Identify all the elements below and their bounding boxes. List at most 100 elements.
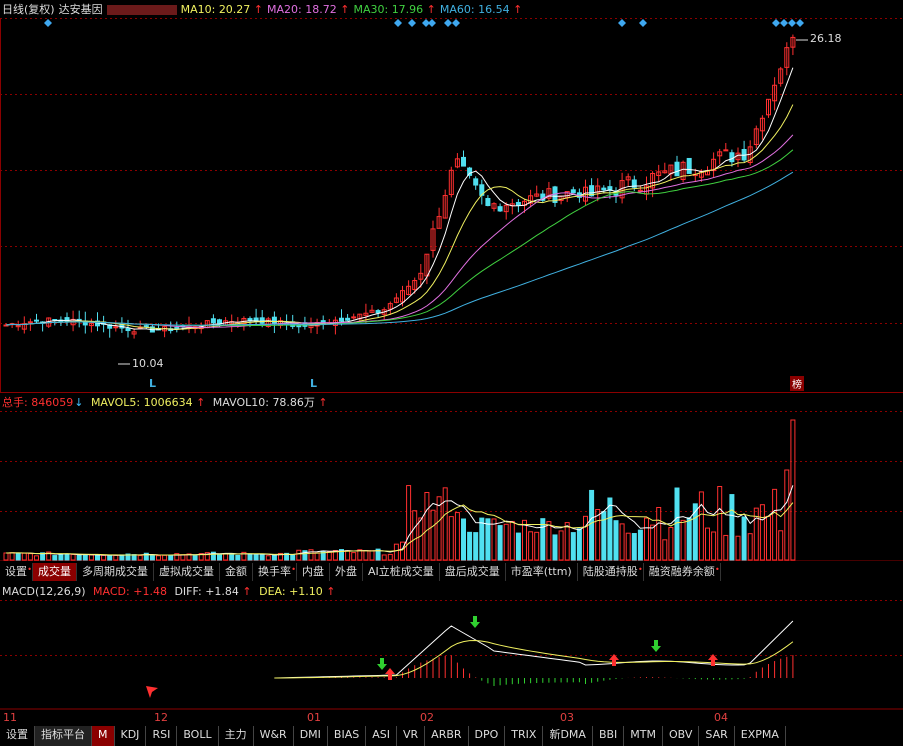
diamond-marker bbox=[428, 19, 436, 27]
volume-tab[interactable]: 多周期成交量 bbox=[77, 563, 154, 581]
macd-chart[interactable] bbox=[0, 600, 903, 710]
volume-bar bbox=[558, 530, 564, 561]
volume-bar bbox=[259, 553, 265, 561]
ma-line bbox=[5, 171, 794, 326]
volume-bar bbox=[686, 517, 692, 561]
volume-bar bbox=[235, 554, 241, 561]
volume-bar bbox=[223, 553, 229, 561]
candle-body bbox=[497, 206, 503, 212]
volume-tab[interactable]: 成交量 bbox=[33, 563, 77, 581]
volume-bar bbox=[595, 509, 601, 561]
redacted-block bbox=[106, 5, 177, 15]
volume-bar bbox=[290, 554, 296, 561]
settings-tab[interactable]: 设置 bbox=[0, 726, 35, 746]
volume-bar bbox=[436, 496, 442, 561]
volume-bar bbox=[705, 527, 710, 561]
indicator-tab[interactable]: DPO bbox=[469, 726, 506, 746]
volume-bar bbox=[113, 554, 119, 561]
red-flag-icon bbox=[146, 686, 158, 698]
marker-l-2: L bbox=[310, 377, 318, 390]
volume-bar bbox=[461, 518, 466, 561]
volume-tab[interactable]: 市盈率(ttm) bbox=[506, 563, 578, 581]
indicator-tab[interactable]: KDJ bbox=[115, 726, 147, 746]
volume-bar bbox=[503, 523, 509, 561]
month-label: 02 bbox=[420, 711, 434, 724]
volume-bar bbox=[546, 521, 552, 561]
indicator-tab[interactable]: W&R bbox=[254, 726, 294, 746]
volume-bar bbox=[759, 504, 765, 561]
settings-tab[interactable]: 设置 • bbox=[0, 563, 33, 581]
volume-tab[interactable]: AI立桩成交量 bbox=[363, 563, 440, 581]
volume-tab[interactable]: 陆股通持股 • bbox=[578, 563, 644, 581]
month-label: 01 bbox=[307, 711, 321, 724]
indicator-tab[interactable]: BIAS bbox=[328, 726, 367, 746]
indicator-tab[interactable]: VR bbox=[397, 726, 426, 746]
volume-chart[interactable] bbox=[0, 411, 903, 561]
indicator-tab[interactable]: ASI bbox=[366, 726, 397, 746]
volume-bar bbox=[15, 552, 21, 561]
volume-bar bbox=[637, 529, 643, 561]
diamond-marker bbox=[780, 19, 788, 27]
ma10-label: MA10: 20.27 ↑ bbox=[180, 3, 264, 16]
volume-tab[interactable]: 盘后成交量 bbox=[440, 563, 506, 581]
indicator-tab[interactable]: 指标平台 bbox=[35, 726, 92, 746]
indicator-tab[interactable]: EXPMA bbox=[735, 726, 786, 746]
volume-tab[interactable]: 虚拟成交量 bbox=[154, 563, 220, 581]
volume-bar bbox=[381, 554, 387, 561]
indicator-tab[interactable]: SAR bbox=[699, 726, 735, 746]
volume-bar bbox=[729, 494, 735, 561]
candle-body bbox=[210, 318, 216, 324]
indicator-tab[interactable]: M bbox=[92, 726, 115, 746]
diamond-marker bbox=[408, 19, 416, 27]
indicator-tab[interactable]: MTM bbox=[624, 726, 663, 746]
up-arrow-icon bbox=[385, 668, 395, 680]
ma-line bbox=[5, 104, 794, 330]
volume-bar bbox=[88, 554, 94, 561]
mavol10-label: MAVOL10: 78.86万 ↑ bbox=[212, 396, 328, 409]
volume-bar bbox=[522, 519, 527, 561]
candle-body bbox=[351, 316, 357, 319]
ma-line bbox=[5, 67, 794, 331]
bang-badge[interactable]: 榜 bbox=[790, 376, 804, 391]
volume-bar bbox=[229, 552, 235, 561]
volume-bar bbox=[747, 533, 753, 561]
indicator-tab[interactable]: OBV bbox=[663, 726, 700, 746]
volume-tab[interactable]: 内盘 bbox=[297, 563, 330, 581]
candle-body bbox=[515, 201, 521, 206]
volume-bar bbox=[58, 553, 64, 561]
indicator-tab[interactable]: RSI bbox=[146, 726, 178, 746]
candle-body bbox=[345, 317, 351, 321]
month-label: 12 bbox=[154, 711, 168, 724]
volume-bar bbox=[473, 532, 479, 561]
volume-tab[interactable]: 融资融券余额 • bbox=[644, 563, 721, 581]
volume-tab[interactable]: 金额 bbox=[220, 563, 253, 581]
volume-bar bbox=[735, 535, 741, 561]
macd-header: MACD(12,26,9) MACD: +1.48 DIFF: +1.84 ↑ … bbox=[2, 584, 340, 600]
volume-bar bbox=[668, 526, 674, 561]
indicator-tab[interactable]: 主力 bbox=[219, 726, 254, 746]
volume-bar bbox=[76, 554, 82, 561]
indicator-tab[interactable]: 新DMA bbox=[543, 726, 593, 746]
diff-value: DIFF: +1.84 ↑ bbox=[174, 585, 252, 598]
candle-body bbox=[729, 152, 735, 163]
volume-bar bbox=[619, 523, 625, 561]
volume-bar bbox=[95, 554, 100, 561]
volume-bar bbox=[631, 533, 637, 561]
indicator-tab[interactable]: DMI bbox=[294, 726, 328, 746]
volume-tab[interactable]: 外盘 bbox=[330, 563, 363, 581]
ma60-label: MA60: 16.54 ↑ bbox=[439, 3, 523, 16]
indicator-tab[interactable]: BOLL bbox=[177, 726, 219, 746]
volume-tab[interactable]: 换手率 • bbox=[253, 563, 297, 581]
macd-title: MACD(12,26,9) bbox=[2, 585, 86, 598]
volume-bar bbox=[64, 553, 70, 561]
volume-bar bbox=[534, 531, 540, 561]
candle-body bbox=[686, 157, 692, 174]
volume-bar bbox=[570, 532, 576, 561]
candlestick-chart[interactable] bbox=[0, 18, 903, 393]
volume-bar bbox=[9, 552, 15, 561]
diamond-marker bbox=[444, 19, 452, 27]
volume-bar bbox=[442, 487, 448, 561]
indicator-tab[interactable]: ARBR bbox=[425, 726, 469, 746]
indicator-tab[interactable]: BBI bbox=[593, 726, 625, 746]
indicator-tab[interactable]: TRIX bbox=[505, 726, 544, 746]
